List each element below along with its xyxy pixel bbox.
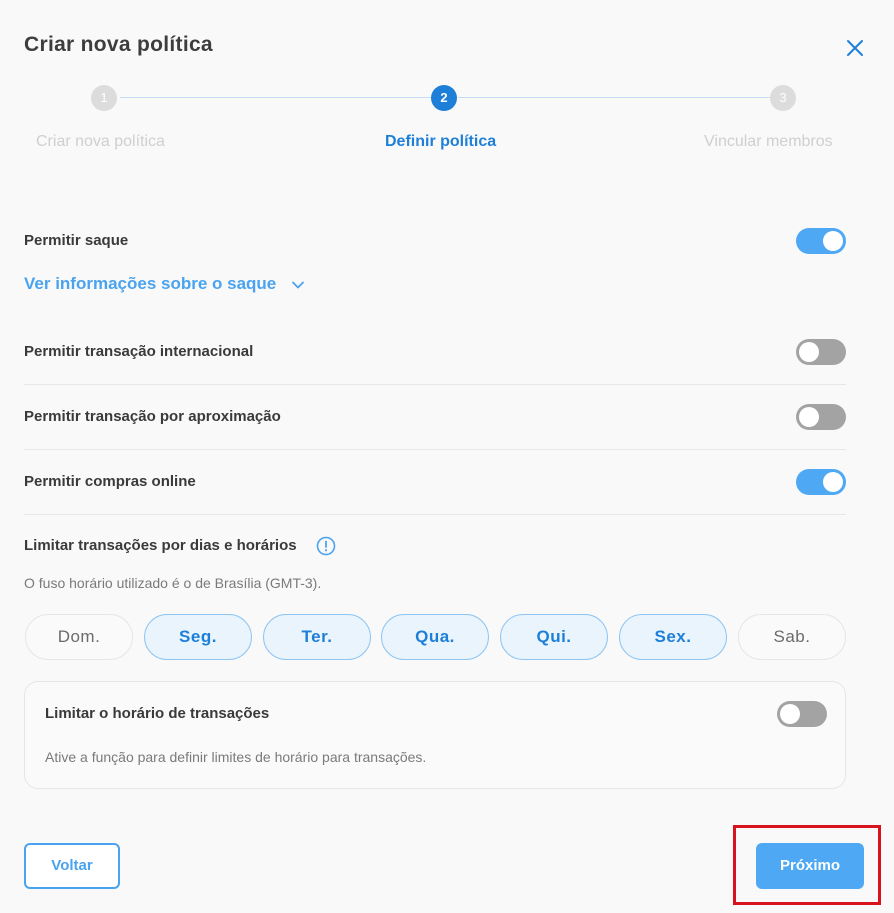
timezone-note: O fuso horário utilizado é o de Brasília…: [24, 575, 322, 591]
step-connector: [120, 97, 431, 98]
step-1-circle: 1: [91, 85, 117, 111]
step-2-label: Definir política: [385, 133, 497, 150]
schedule-limit-label: Limitar transações por dias e horários: [24, 537, 297, 554]
online-purchases-toggle[interactable]: [796, 469, 846, 495]
toggle-knob: [799, 342, 819, 362]
divider: [24, 384, 846, 385]
day-tuesday[interactable]: Ter.: [263, 614, 371, 660]
close-icon[interactable]: [843, 36, 867, 60]
toggle-knob: [823, 472, 843, 492]
toggle-knob: [799, 407, 819, 427]
toggle-knob: [780, 704, 800, 724]
divider: [24, 449, 846, 450]
time-limit-description: Ative a função para definir limites de h…: [45, 749, 427, 765]
contactless-label: Permitir transação por aproximação: [24, 408, 281, 425]
contactless-toggle[interactable]: [796, 404, 846, 430]
day-saturday[interactable]: Sab.: [738, 614, 846, 660]
step-1-label: Criar nova política: [36, 133, 165, 150]
back-button[interactable]: Voltar: [24, 843, 120, 889]
step-3-circle: 3: [770, 85, 796, 111]
day-friday[interactable]: Sex.: [619, 614, 727, 660]
withdraw-toggle[interactable]: [796, 228, 846, 254]
time-limit-card: Limitar o horário de transações Ative a …: [24, 681, 846, 789]
international-toggle[interactable]: [796, 339, 846, 365]
time-limit-label: Limitar o horário de transações: [45, 705, 270, 722]
time-limit-toggle[interactable]: [777, 701, 827, 727]
withdraw-label: Permitir saque: [24, 232, 129, 249]
day-wednesday[interactable]: Qua.: [381, 614, 489, 660]
step-2-circle: 2: [431, 85, 457, 111]
day-monday[interactable]: Seg.: [144, 614, 252, 660]
toggle-knob: [823, 231, 843, 251]
chevron-down-icon: [292, 281, 304, 288]
divider: [24, 514, 846, 515]
step-connector: [458, 97, 771, 98]
withdraw-info-link-label: Ver informações sobre o saque: [24, 274, 277, 293]
modal-title: Criar nova política: [24, 33, 213, 56]
info-alert-icon[interactable]: [316, 536, 336, 556]
day-thursday[interactable]: Qui.: [500, 614, 608, 660]
online-purchases-label: Permitir compras online: [24, 473, 196, 490]
withdraw-info-link[interactable]: Ver informações sobre o saque: [24, 274, 305, 294]
step-3-label: Vincular membros: [704, 133, 833, 150]
highlight-box: [733, 825, 881, 905]
international-label: Permitir transação internacional: [24, 343, 254, 360]
day-sunday[interactable]: Dom.: [25, 614, 133, 660]
